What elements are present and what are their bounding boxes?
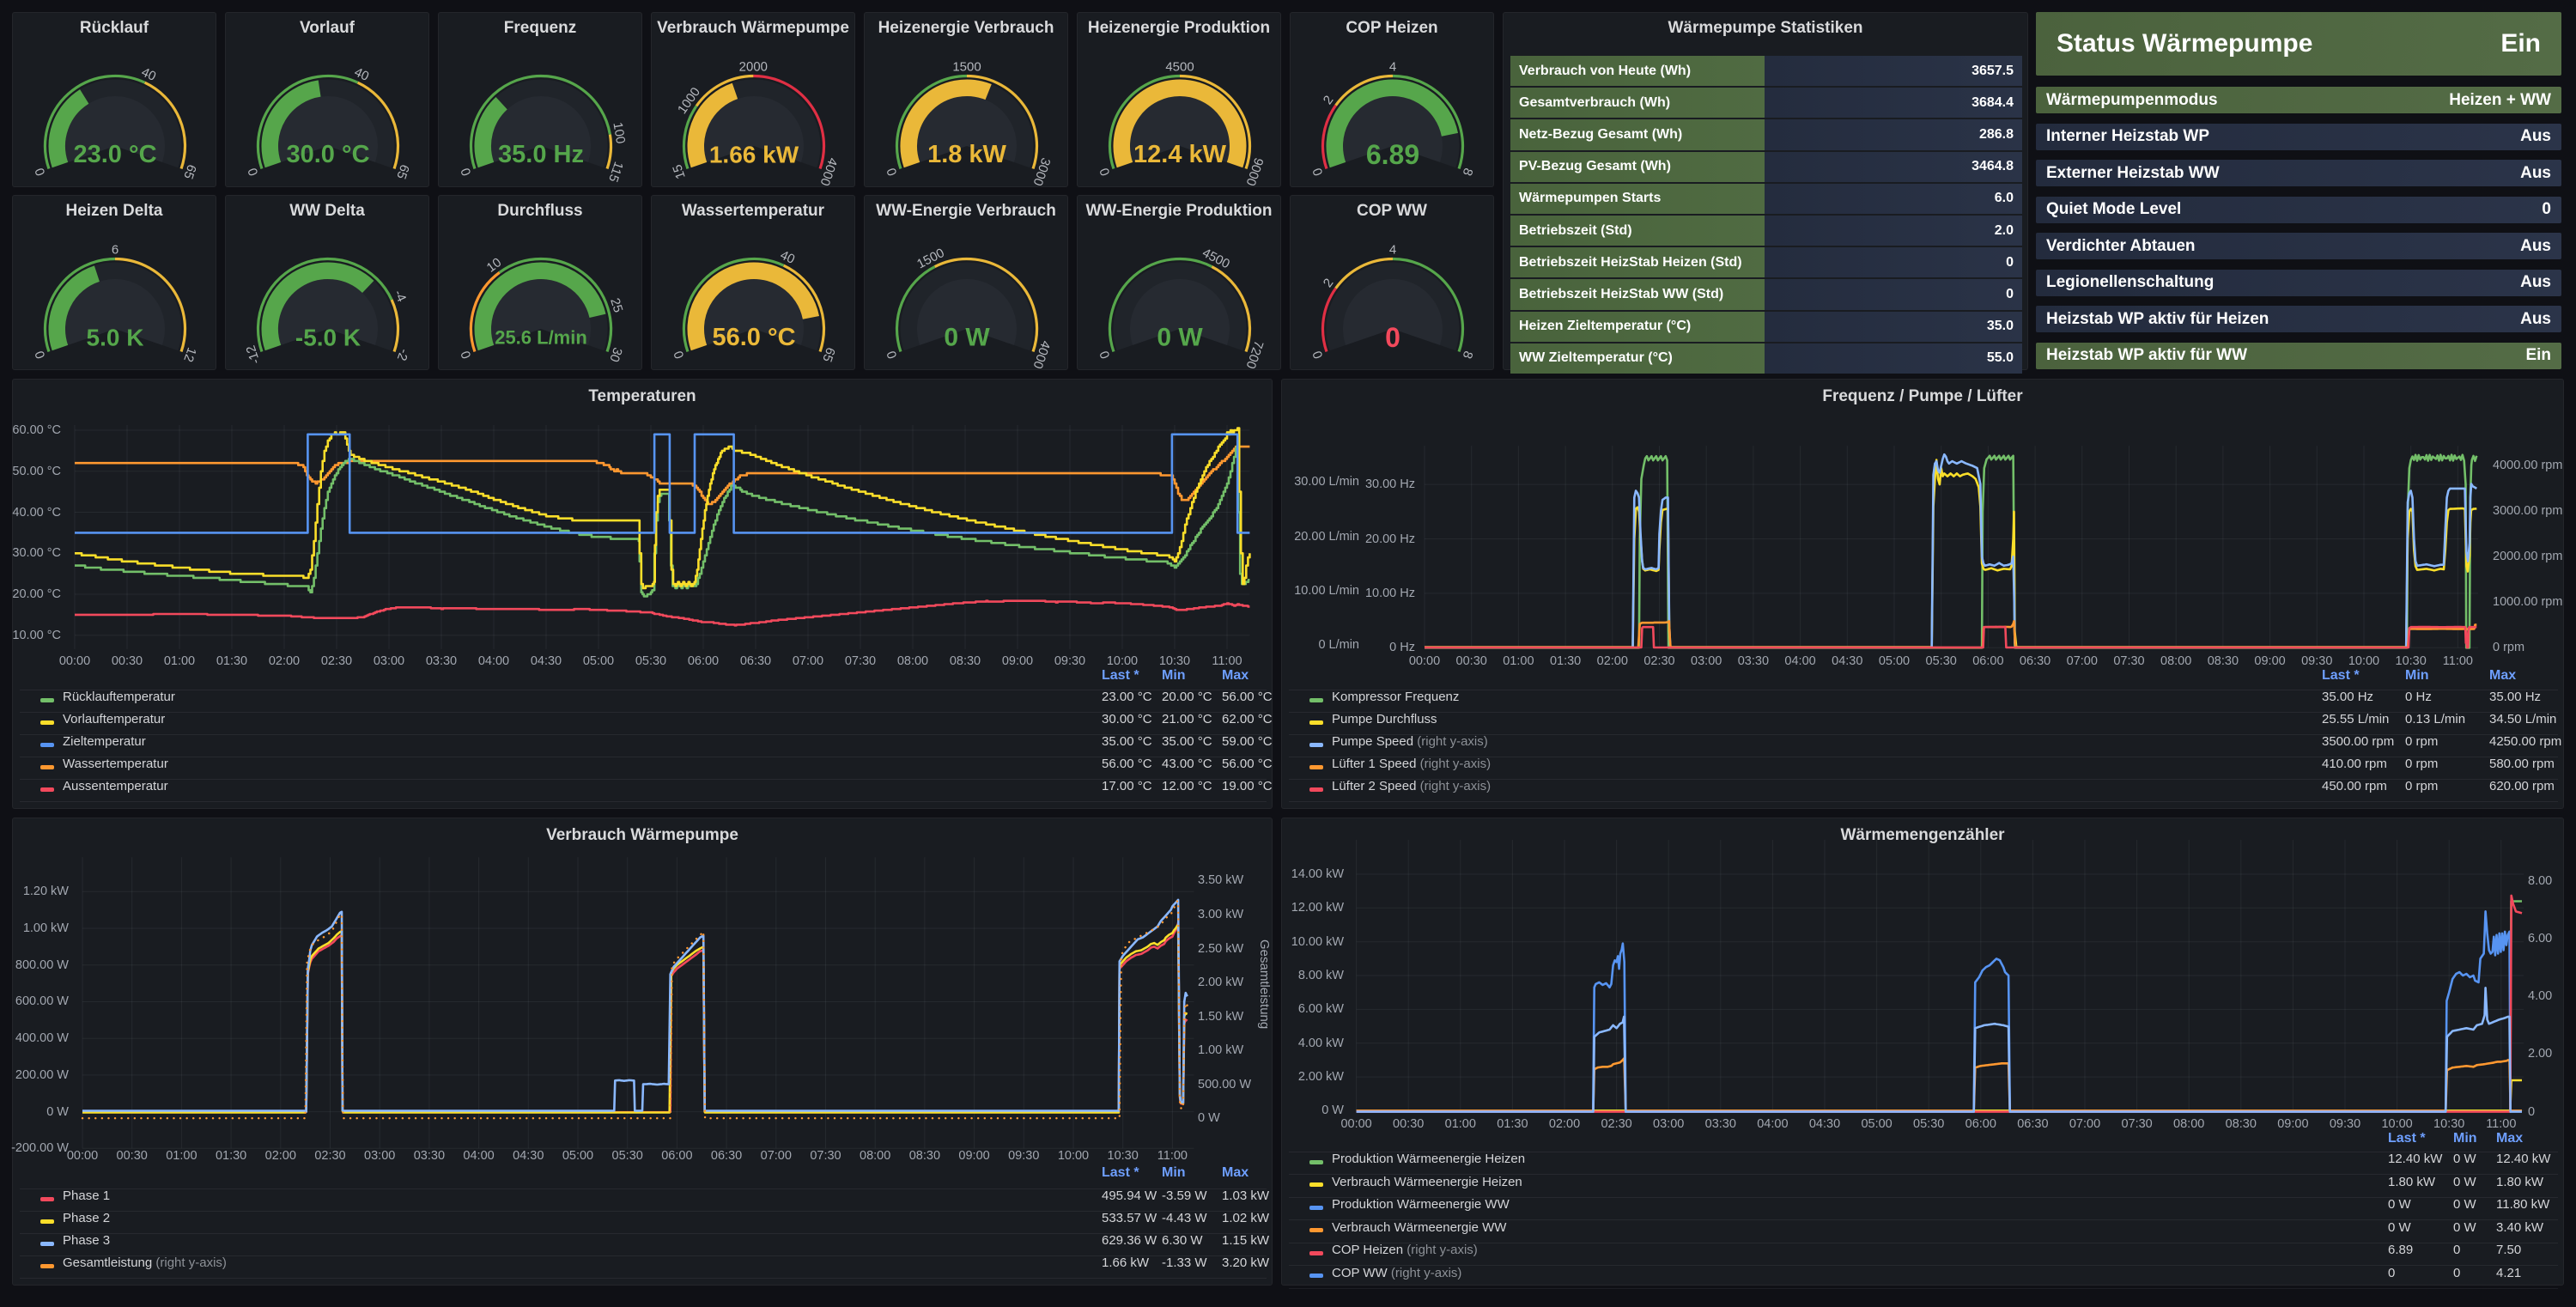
- svg-text:7200: 7200: [1243, 338, 1267, 370]
- svg-text:0: 0: [1097, 349, 1114, 360]
- svg-text:0: 0: [33, 166, 49, 177]
- svg-text:4: 4: [1389, 243, 1396, 258]
- svg-text:2000: 2000: [739, 59, 768, 74]
- svg-text:0: 0: [884, 166, 901, 177]
- svg-text:23.0 °C: 23.0 °C: [73, 141, 156, 168]
- svg-text:12.4 kW: 12.4 kW: [1133, 141, 1227, 168]
- svg-text:0: 0: [1310, 166, 1327, 177]
- svg-text:8: 8: [1460, 166, 1476, 177]
- svg-text:0: 0: [246, 166, 262, 177]
- svg-text:0: 0: [459, 166, 475, 177]
- svg-text:1500: 1500: [952, 60, 981, 75]
- svg-text:4000: 4000: [1030, 338, 1054, 370]
- svg-text:1.8 kW: 1.8 kW: [927, 141, 1006, 168]
- svg-text:2: 2: [1321, 276, 1337, 290]
- svg-text:0: 0: [459, 349, 475, 360]
- svg-text:56.0 °C: 56.0 °C: [712, 324, 795, 351]
- svg-text:0 W: 0 W: [944, 324, 990, 352]
- svg-text:3000: 3000: [1030, 155, 1054, 187]
- svg-text:0: 0: [671, 349, 688, 360]
- svg-text:35.0 Hz: 35.0 Hz: [498, 141, 584, 168]
- svg-text:5.0 K: 5.0 K: [87, 325, 144, 351]
- svg-text:6: 6: [112, 243, 118, 258]
- svg-text:4500: 4500: [1165, 60, 1194, 75]
- svg-text:-5.0 K: -5.0 K: [295, 325, 361, 351]
- svg-text:6.89: 6.89: [1366, 139, 1419, 170]
- svg-text:0: 0: [1310, 349, 1327, 360]
- svg-text:4: 4: [1389, 60, 1396, 75]
- svg-text:8: 8: [1460, 349, 1476, 360]
- svg-text:0: 0: [1385, 322, 1400, 353]
- svg-text:30.0 °C: 30.0 °C: [286, 141, 369, 168]
- svg-text:2: 2: [1321, 93, 1337, 107]
- svg-text:0: 0: [1097, 166, 1114, 177]
- svg-text:25.6 L/min: 25.6 L/min: [495, 327, 587, 349]
- svg-text:-2: -2: [394, 347, 411, 362]
- svg-text:0 W: 0 W: [1157, 324, 1203, 352]
- svg-text:0: 0: [884, 349, 901, 360]
- svg-text:100: 100: [610, 121, 628, 144]
- svg-text:9000: 9000: [1243, 155, 1267, 187]
- svg-text:4000: 4000: [817, 155, 841, 187]
- svg-text:0: 0: [33, 349, 49, 360]
- svg-text:1.66 kW: 1.66 kW: [709, 142, 799, 168]
